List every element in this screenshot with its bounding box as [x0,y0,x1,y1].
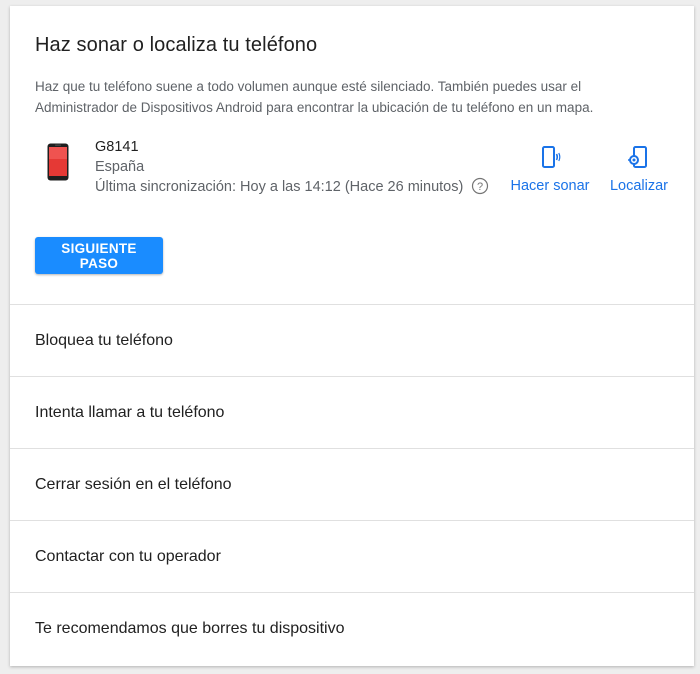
ring-locate-section: Haz sonar o localiza tu teléfono Haz que… [10,6,694,305]
phone-device-icon [47,143,69,181]
find-phone-card: Haz sonar o localiza tu teléfono Haz que… [10,6,694,666]
ring-phone-icon [542,146,561,168]
option-erase-device[interactable]: Te recomendamos que borres tu dispositiv… [10,593,694,665]
next-step-button[interactable]: SIGUIENTE PASO [35,237,163,274]
help-icon[interactable]: ? [471,177,489,195]
device-country: España [95,159,145,175]
svg-text:?: ? [477,181,483,193]
locate-phone-icon [628,146,647,168]
option-contact-carrier[interactable]: Contactar con tu operador [10,521,694,593]
option-lock-phone[interactable]: Bloquea tu teléfono [10,305,694,377]
section-description: Haz que tu teléfono suene a todo volumen… [35,79,594,115]
device-name: G8141 [95,139,139,155]
ring-label: Hacer sonar [510,178,590,194]
device-last-sync: Última sincronización: Hoy a las 14:12 (… [95,179,464,195]
ring-button[interactable]: Hacer sonar [510,145,590,194]
locate-label: Localizar [609,178,669,194]
option-sign-out[interactable]: Cerrar sesión en el teléfono [10,449,694,521]
options-list: Bloquea tu teléfono Intenta llamar a tu … [10,305,694,665]
locate-button[interactable]: Localizar [608,145,670,194]
section-title: Haz sonar o localiza tu teléfono [35,34,318,56]
option-call-phone[interactable]: Intenta llamar a tu teléfono [10,377,694,449]
